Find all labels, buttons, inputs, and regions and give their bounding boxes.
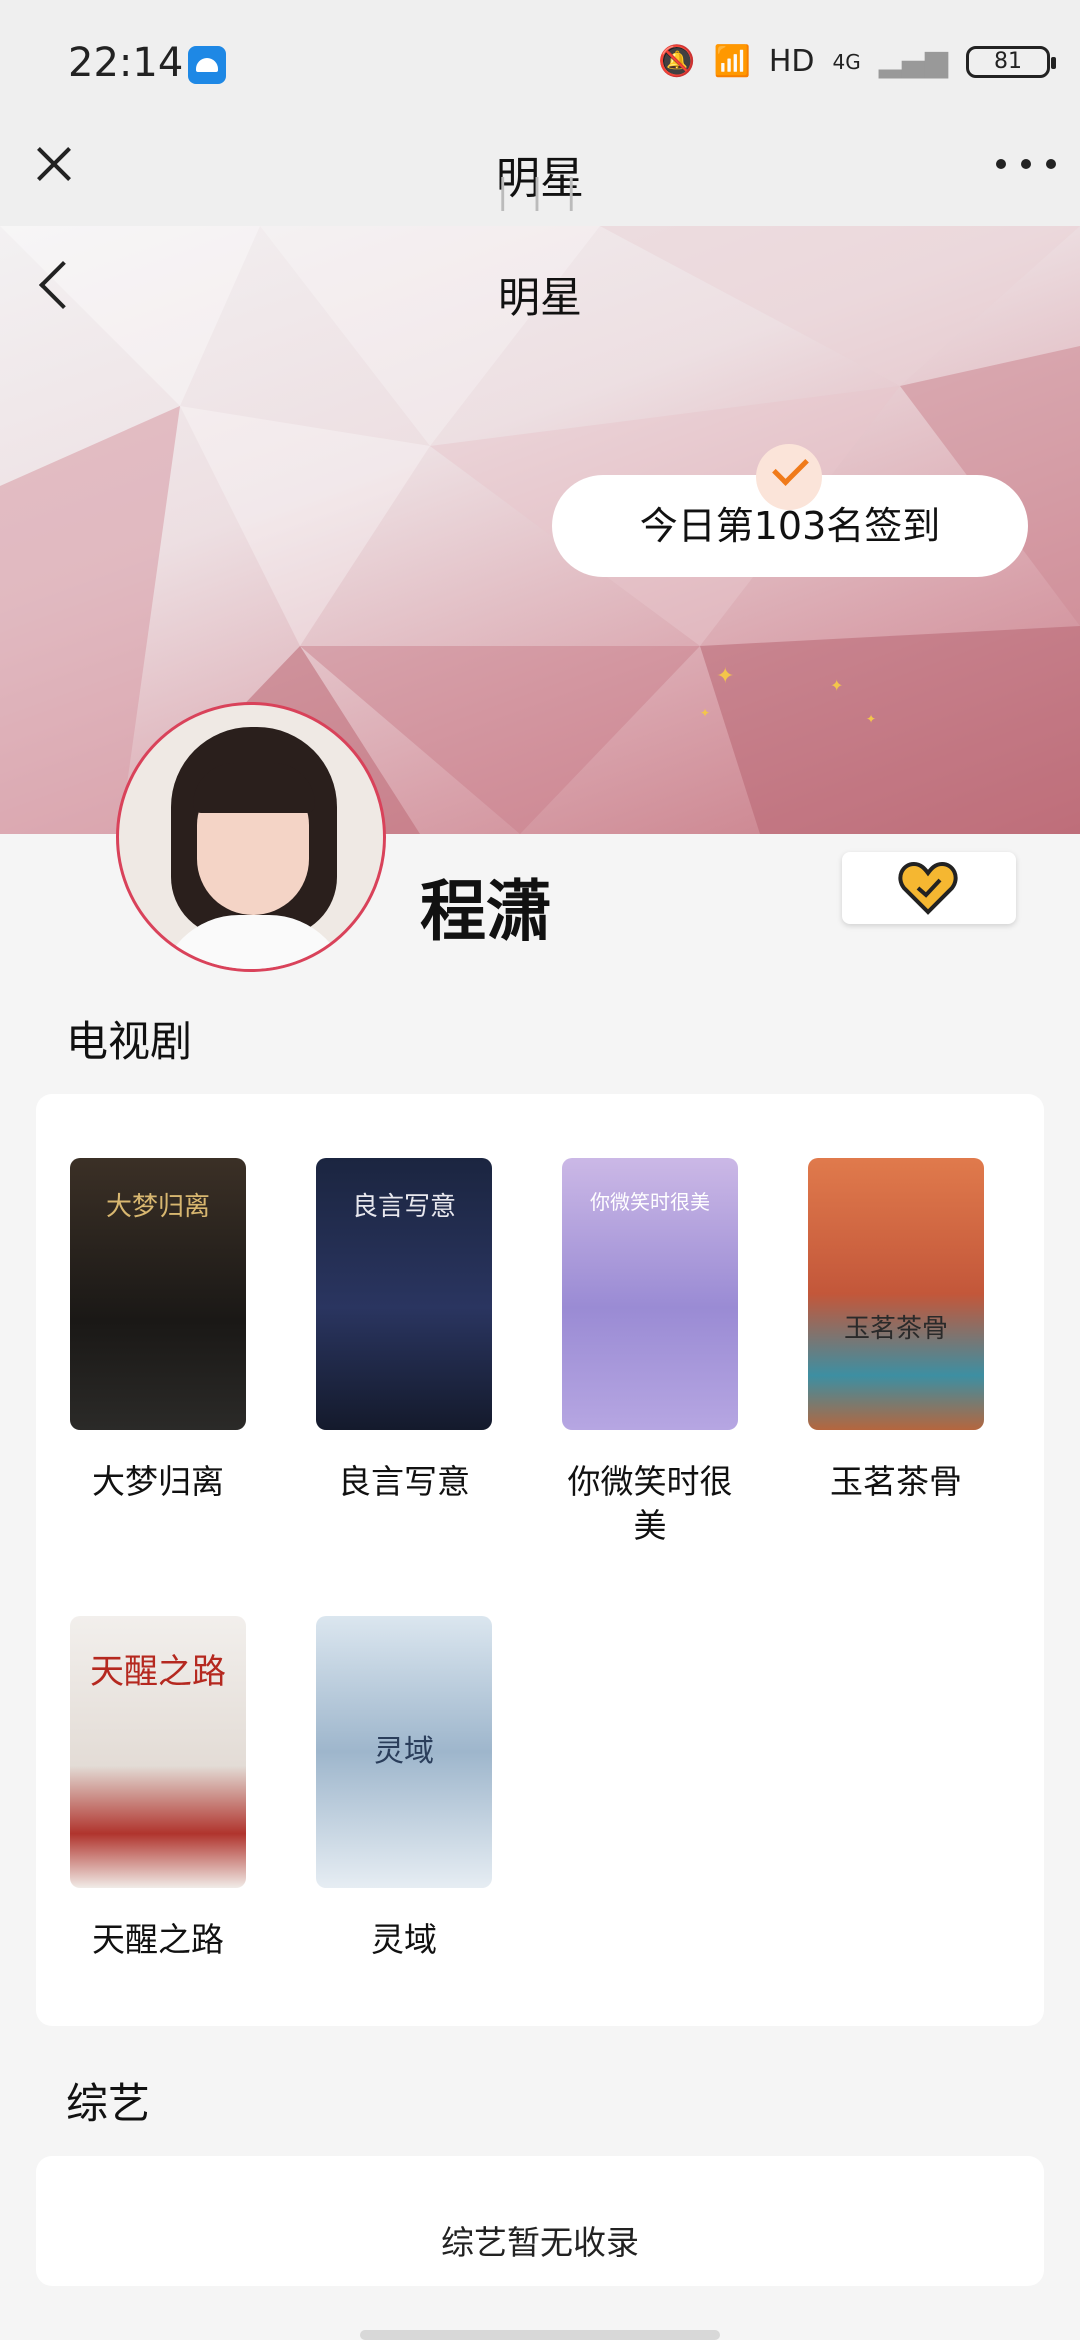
drama-title: 你微笑时很美 [567,1462,733,1545]
drama-poster[interactable]: 良言写意 [316,1158,492,1430]
wifi-icon: 📶 [713,44,751,79]
drama-poster[interactable]: 大梦归离 [70,1158,246,1430]
drama-poster[interactable]: 天醒之路 [70,1616,246,1888]
variety-empty-text: 综艺暂无收录 [441,2223,639,2262]
network-label: HD [768,44,815,79]
drama-title: 天醒之路 [92,1920,224,1959]
sparkle-icon: ✦ [830,676,844,695]
follow-button[interactable] [842,852,1016,924]
sparkle-icon: ✦ [716,664,735,689]
cell-label: 4G [832,49,861,74]
drama-item[interactable]: 天醒之路 天醒之路 [70,1616,246,1962]
drama-title: 玉茗茶骨 [830,1462,962,1501]
tv-drama-card: 大梦归离 大梦归离 良言写意 良言写意 你微笑时很美 你微笑时很美 玉茗茶骨 玉… [36,1094,1044,2026]
star-name: 程潇 [420,873,552,950]
sparkle-icon: ✦ [700,706,711,720]
status-time: 22:14 [68,40,184,86]
heart-icon [898,861,958,915]
drama-title: 灵域 [371,1920,437,1959]
drama-poster[interactable]: 玉茗茶骨 [808,1158,984,1430]
drama-poster[interactable]: 灵域 [316,1616,492,1888]
status-icons: 🔕 📶 HD 4G ▂▄▆ 81 [658,44,1056,79]
drama-item[interactable]: 灵域 灵域 [316,1616,492,1962]
drama-title: 大梦归离 [92,1462,224,1501]
drama-item[interactable]: 你微笑时很美 你微笑时很美 [562,1158,738,1548]
variety-card: 综艺暂无收录 [36,2156,1044,2286]
avatar[interactable] [116,702,386,972]
drama-item[interactable]: 良言写意 良言写意 [316,1158,492,1504]
signal-icon: ▂▄▆ [878,44,948,79]
window-subtitle: | | | [497,172,583,212]
android-icon [188,46,226,84]
home-indicator [360,2330,720,2340]
battery-icon: 81 [966,45,1056,78]
drama-item[interactable]: 大梦归离 大梦归离 [70,1158,246,1504]
hero-title: 明星 [497,273,582,322]
drama-title: 良言写意 [338,1462,470,1501]
more-icon[interactable] [996,154,1056,174]
check-icon [756,444,822,510]
drama-item[interactable]: 玉茗茶骨 玉茗茶骨 [808,1158,984,1504]
status-bar: 22:14 🔕 📶 HD 4G ▂▄▆ 81 [0,0,1080,130]
variety-section-title: 综艺 [66,2079,151,2128]
window-title-bar: 明星 | | | [0,130,1080,226]
mute-icon: 🔕 [658,44,696,79]
tv-section-title: 电视剧 [66,1017,193,1066]
sparkle-icon: ✦ [866,712,877,726]
drama-poster[interactable]: 你微笑时很美 [562,1158,738,1430]
